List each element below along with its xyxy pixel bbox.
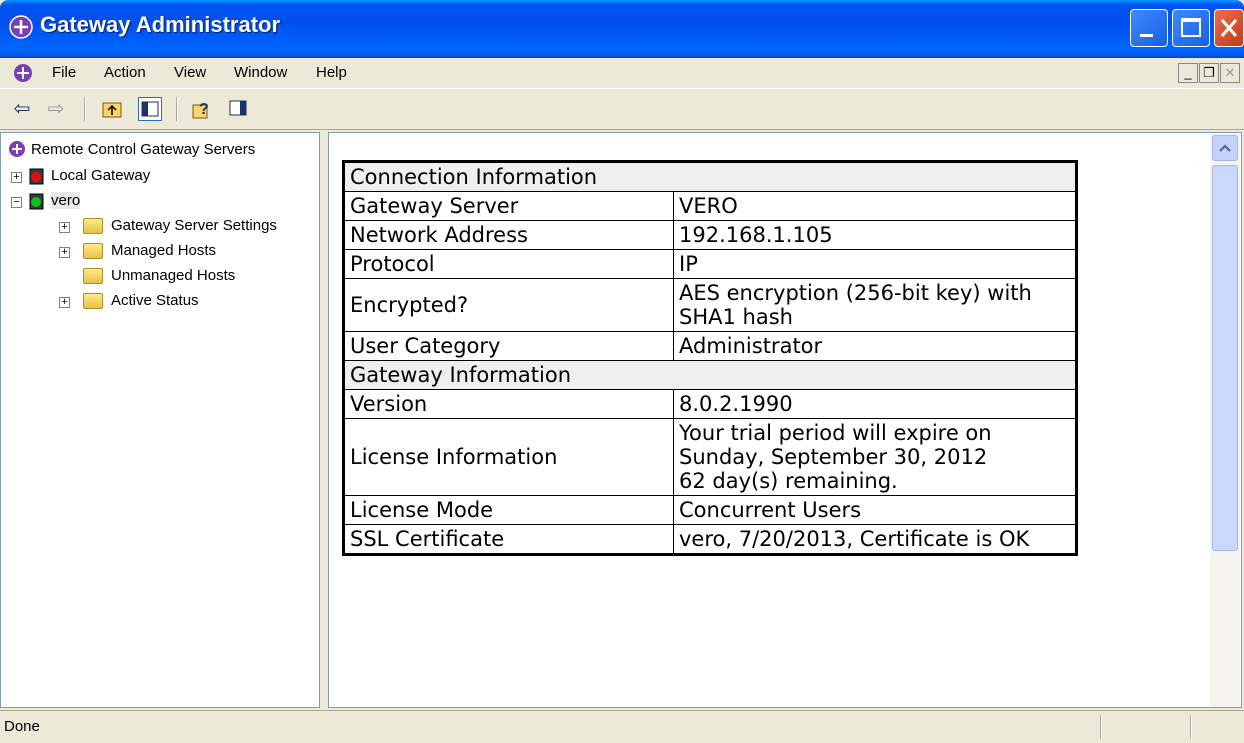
title-bar[interactable]: Gateway Administrator [0, 0, 1244, 58]
gateway-offline-icon [29, 168, 44, 185]
table-row: Version 8.0.2.1990 [343, 389, 1077, 419]
section-header-row: Gateway Information [343, 360, 1077, 390]
show-hide-action-pane-icon[interactable] [226, 97, 250, 121]
tree-item-gateway-server-settings[interactable]: Gateway Server Settings [111, 217, 277, 234]
menu-bar: File Action View Window Help _ ❐ ✕ [0, 58, 1244, 89]
tree-item-vero[interactable]: vero [51, 192, 81, 209]
folder-icon [83, 243, 103, 259]
maximize-button[interactable] [1172, 9, 1210, 47]
mdi-restore-button[interactable]: ❐ [1199, 63, 1219, 83]
show-hide-console-tree-icon[interactable] [138, 97, 162, 121]
tree-item-unmanaged-hosts[interactable]: Unmanaged Hosts [111, 267, 235, 284]
gateway-server-value: VERO [673, 191, 1077, 221]
vertical-scrollbar[interactable] [1210, 133, 1240, 707]
license-expire-line: Your trial period will expire on [679, 421, 992, 445]
mdi-minimize-button[interactable]: _ [1178, 63, 1198, 83]
menu-action[interactable]: Action [104, 64, 146, 81]
table-row: License Information Your trial period wi… [343, 418, 1077, 496]
window-title: Gateway Administrator [40, 12, 281, 37]
forward-arrow-icon[interactable]: ⇨ [44, 97, 68, 121]
gateway-information-header: Gateway Information [343, 360, 1077, 390]
scroll-thumb[interactable] [1212, 165, 1238, 551]
table-row: SSL Certificate vero, 7/20/2013, Certifi… [343, 524, 1077, 555]
license-mode-label: License Mode [343, 495, 674, 525]
chevron-up-icon [1219, 144, 1231, 152]
gateway-app-icon [9, 15, 33, 39]
pane-splitter[interactable] [320, 132, 328, 708]
folder-icon [83, 268, 103, 284]
gateway-info-table: Connection Information Gateway Server VE… [342, 160, 1078, 556]
minimize-button[interactable] [1130, 9, 1168, 47]
expand-managed-hosts-icon[interactable]: + [59, 247, 70, 258]
scroll-up-button[interactable] [1212, 135, 1238, 161]
console-app-icon[interactable] [12, 62, 34, 84]
expand-local-gateway-icon[interactable]: + [11, 172, 22, 183]
toolbar-separator-2 [176, 97, 178, 121]
encrypted-label: Encrypted? [343, 278, 674, 332]
gateway-server-label: Gateway Server [343, 191, 674, 221]
license-information-value: Your trial period will expire on Sunday,… [673, 418, 1077, 496]
tree-root-remote-control-gateway-servers[interactable]: Remote Control Gateway Servers [31, 141, 255, 158]
toolbar-separator [84, 97, 86, 121]
gateway-servers-icon [9, 141, 25, 157]
minimize-icon [1140, 34, 1153, 37]
network-address-value: 192.168.1.105 [673, 220, 1077, 250]
svg-text:?: ? [199, 101, 209, 118]
protocol-label: Protocol [343, 249, 674, 279]
table-row: User Category Administrator [343, 331, 1077, 361]
folder-icon [83, 218, 103, 234]
status-text: Done [4, 718, 40, 735]
expand-active-status-icon[interactable]: + [59, 297, 70, 308]
network-address-label: Network Address [343, 220, 674, 250]
menu-file[interactable]: File [52, 64, 76, 81]
encrypted-value: AES encryption (256-bit key) with SHA1 h… [673, 278, 1077, 332]
table-row: Protocol IP [343, 249, 1077, 279]
up-one-level-icon[interactable] [100, 97, 124, 121]
menu-help[interactable]: Help [316, 64, 347, 81]
help-icon[interactable]: ? [190, 97, 214, 121]
toolbar: ⇦ ⇨ ? [0, 89, 1244, 130]
console-tree[interactable]: Remote Control Gateway Servers + Local G… [0, 132, 320, 708]
mdi-close-button[interactable]: ✕ [1220, 63, 1240, 83]
tree-item-active-status[interactable]: Active Status [111, 292, 199, 309]
version-value: 8.0.2.1990 [673, 389, 1077, 419]
ssl-certificate-value: vero, 7/20/2013, Certificate is OK [673, 524, 1077, 555]
close-button[interactable] [1214, 9, 1244, 47]
status-divider [1100, 715, 1102, 739]
menu-window[interactable]: Window [234, 64, 287, 81]
version-label: Version [343, 389, 674, 419]
status-divider [1190, 715, 1192, 739]
status-bar: Done [0, 710, 1244, 743]
connection-information-header: Connection Information [343, 161, 1077, 192]
license-mode-value: Concurrent Users [673, 495, 1077, 525]
folder-icon [83, 293, 103, 309]
back-arrow-icon[interactable]: ⇦ [10, 97, 34, 121]
protocol-value: IP [673, 249, 1077, 279]
table-row: Encrypted? AES encryption (256-bit key) … [343, 278, 1077, 332]
license-remaining-line: 62 day(s) remaining. [679, 469, 898, 493]
tree-item-local-gateway[interactable]: Local Gateway [51, 167, 150, 184]
table-row: Network Address 192.168.1.105 [343, 220, 1077, 250]
expand-gateway-server-settings-icon[interactable]: + [59, 222, 70, 233]
user-category-label: User Category [343, 331, 674, 361]
user-category-value: Administrator [673, 331, 1077, 361]
gateway-administrator-window: Gateway Administrator File Action View W… [0, 0, 1244, 743]
license-date-line: Sunday, September 30, 2012 [679, 445, 988, 469]
tree-item-managed-hosts[interactable]: Managed Hosts [111, 242, 216, 259]
collapse-vero-icon[interactable]: − [11, 197, 22, 208]
gateway-online-icon [29, 193, 44, 210]
menu-view[interactable]: View [174, 64, 206, 81]
table-row: Gateway Server VERO [343, 191, 1077, 221]
close-icon [1220, 19, 1238, 37]
ssl-certificate-label: SSL Certificate [343, 524, 674, 555]
section-header-row: Connection Information [343, 161, 1077, 192]
license-information-label: License Information [343, 418, 674, 496]
maximize-icon [1181, 18, 1201, 37]
table-row: License Mode Concurrent Users [343, 495, 1077, 525]
